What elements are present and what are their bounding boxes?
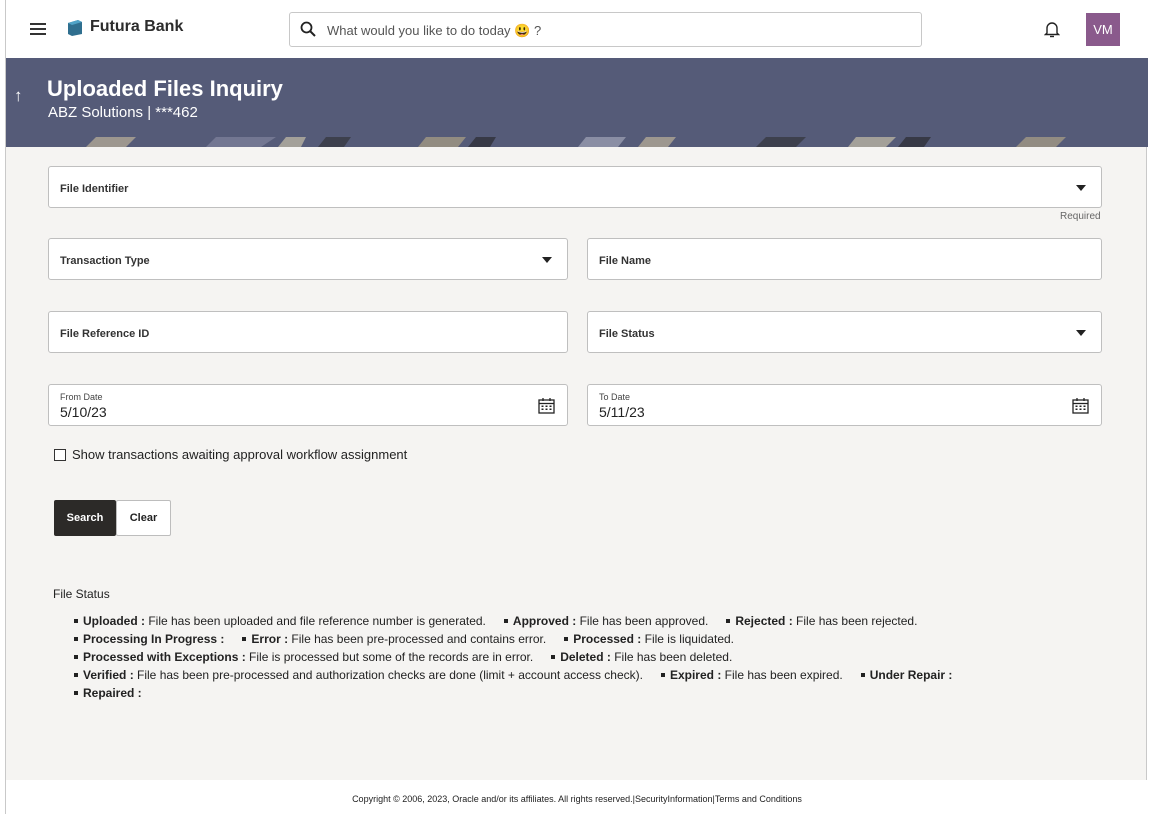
- bullet-icon: [726, 619, 731, 623]
- legend-term: Processed with Exceptions :: [83, 650, 246, 664]
- footer: Copyright © 2006, 2023, Oracle and/or it…: [6, 780, 1148, 814]
- page-header-banner: ↑ Uploaded Files Inquiry ABZ Solutions |…: [6, 58, 1148, 147]
- app-frame: Futura Bank What would you like to do to…: [5, 0, 1148, 814]
- legend-term: Expired :: [669, 668, 722, 682]
- legend-term: Processed :: [573, 632, 642, 646]
- bullet-icon: [860, 673, 865, 677]
- file-status-label: File Status: [599, 328, 655, 340]
- bullet-icon: [74, 691, 78, 695]
- legend-line: Processed with Exceptions : File is proc…: [74, 648, 1074, 666]
- calendar-icon[interactable]: [538, 397, 555, 414]
- top-bar: Futura Bank What would you like to do to…: [6, 0, 1148, 58]
- legend-term: Verified :: [83, 668, 134, 682]
- approval-workflow-checkbox[interactable]: [54, 449, 66, 461]
- bullet-icon: [74, 673, 78, 677]
- legend-item: Error : File has been pre-processed and …: [242, 632, 546, 646]
- legend-term: Rejected :: [735, 614, 793, 628]
- bullet-icon: [564, 637, 569, 641]
- bullet-icon: [242, 637, 247, 641]
- bullet-icon: [74, 637, 78, 641]
- legend-description: File has been rejected.: [792, 614, 918, 628]
- legend-description: File has been approved.: [576, 614, 709, 628]
- calendar-icon[interactable]: [1072, 397, 1089, 414]
- legend-description: File has been pre-processed and authoriz…: [133, 668, 643, 682]
- file-reference-id-input[interactable]: File Reference ID: [48, 311, 568, 353]
- to-date-picker[interactable]: To Date 5/11/23: [587, 384, 1102, 426]
- file-status-select[interactable]: File Status: [587, 311, 1102, 353]
- legend-term: Under Repair :: [869, 668, 953, 682]
- legend-description: File has been uploaded and file referenc…: [145, 614, 486, 628]
- bullet-icon: [660, 673, 665, 677]
- legend-term: Uploaded :: [83, 614, 145, 628]
- legend-line: Uploaded : File has been uploaded and fi…: [74, 612, 1074, 630]
- legend-description: File has been expired.: [721, 668, 843, 682]
- chevron-down-icon: [1076, 330, 1086, 336]
- from-date-picker[interactable]: From Date 5/10/23: [48, 384, 568, 426]
- approval-workflow-checkbox-label: Show transactions awaiting approval work…: [72, 447, 408, 462]
- bullet-icon: [74, 655, 78, 659]
- approval-workflow-checkbox-row[interactable]: Show transactions awaiting approval work…: [54, 447, 407, 462]
- file-status-legend: Uploaded : File has been uploaded and fi…: [74, 612, 1074, 702]
- global-search-bar[interactable]: What would you like to do today 😃 ?: [289, 12, 922, 47]
- file-reference-id-label: File Reference ID: [60, 328, 150, 340]
- legend-description: File is processed but some of the record…: [245, 650, 534, 664]
- bullet-icon: [74, 619, 78, 623]
- search-icon: [300, 21, 316, 37]
- search-button[interactable]: Search: [54, 500, 116, 536]
- from-date-value: 5/10/23: [60, 404, 107, 420]
- page-title: Uploaded Files Inquiry: [47, 76, 283, 101]
- clear-button[interactable]: Clear: [116, 500, 171, 536]
- file-identifier-label: File Identifier: [60, 183, 129, 195]
- legend-item: Processed with Exceptions : File is proc…: [74, 650, 533, 664]
- legend-term: Processing In Progress :: [83, 632, 225, 646]
- legend-line: Verified : File has been pre-processed a…: [74, 666, 1074, 684]
- legend-item: Repaired :: [74, 686, 142, 700]
- legend-item: Processing In Progress :: [74, 632, 224, 646]
- back-arrow-icon[interactable]: ↑: [14, 86, 23, 106]
- legend-term: Repaired :: [83, 686, 142, 700]
- legend-term: Error :: [251, 632, 289, 646]
- file-name-label: File Name: [599, 255, 651, 267]
- transaction-type-select[interactable]: Transaction Type: [48, 238, 568, 280]
- legend-description: File has been deleted.: [610, 650, 733, 664]
- file-identifier-select[interactable]: File Identifier: [48, 166, 1102, 208]
- user-avatar[interactable]: VM: [1086, 13, 1120, 46]
- bullet-icon: [503, 619, 508, 623]
- hamburger-menu-icon[interactable]: [30, 23, 46, 35]
- legend-line: Repaired :: [74, 684, 1074, 702]
- required-hint: Required: [1060, 211, 1101, 222]
- file-status-legend-title: File Status: [53, 587, 110, 601]
- to-date-label: To Date: [599, 392, 631, 402]
- file-name-input[interactable]: File Name: [587, 238, 1102, 280]
- legend-item: Processed : File is liquidated.: [564, 632, 734, 646]
- legend-item: Deleted : File has been deleted.: [551, 650, 732, 664]
- legend-item: Verified : File has been pre-processed a…: [74, 668, 643, 682]
- legend-description: File has been pre-processed and contains…: [288, 632, 547, 646]
- bank-logo-icon: [68, 20, 82, 36]
- legend-line: Processing In Progress : Error : File has…: [74, 630, 1074, 648]
- chevron-down-icon: [1076, 185, 1086, 191]
- chevron-down-icon: [542, 257, 552, 263]
- copyright-text: Copyright © 2006, 2023, Oracle and/or it…: [352, 794, 802, 804]
- legend-term: Approved :: [512, 614, 577, 628]
- search-placeholder: What would you like to do today 😃 ?: [327, 23, 542, 38]
- legend-item: Under Repair :: [860, 668, 953, 682]
- legend-item: Expired : File has been expired.: [660, 668, 843, 682]
- legend-description: File is liquidated.: [641, 632, 734, 646]
- banner-pattern: [86, 137, 1066, 147]
- legend-term: Deleted :: [560, 650, 611, 664]
- bullet-icon: [551, 655, 556, 659]
- legend-item: Uploaded : File has been uploaded and fi…: [74, 614, 486, 628]
- transaction-type-label: Transaction Type: [60, 255, 150, 267]
- brand-name[interactable]: Futura Bank: [90, 18, 183, 36]
- legend-item: Approved : File has been approved.: [503, 614, 709, 628]
- notification-bell-icon[interactable]: [1044, 21, 1060, 38]
- to-date-value: 5/11/23: [599, 404, 645, 420]
- from-date-label: From Date: [60, 392, 103, 402]
- legend-item: Rejected : File has been rejected.: [726, 614, 917, 628]
- party-subtitle: ABZ Solutions | ***462: [48, 104, 198, 121]
